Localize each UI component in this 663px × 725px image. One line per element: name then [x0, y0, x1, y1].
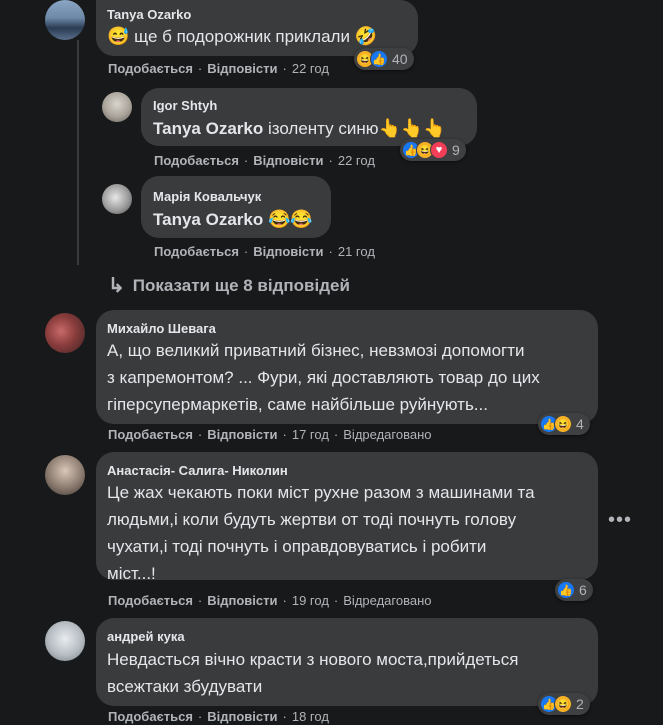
reaction-summary[interactable]: 👍 6 [555, 579, 593, 601]
reaction-count: 4 [576, 416, 584, 432]
comment-text-line: гіперсупермаркетів, саме найбільше руйну… [107, 395, 488, 414]
like-button[interactable]: Подобається [108, 427, 193, 442]
comment-actions: Подобається · Відповісти · 22 год [108, 61, 329, 76]
comment-text-line: А, що великий приватний бізнес, невзмозі… [107, 341, 525, 360]
avatar[interactable] [45, 621, 85, 661]
reaction-count: 2 [576, 696, 584, 712]
comment-anastasiia: Анастасія- Салига- Николин Це жах чекают… [0, 452, 663, 612]
reply-button[interactable]: Відповісти [207, 593, 277, 608]
pointing-up-emoji: 👆👆👆 [378, 118, 446, 138]
comment-timestamp[interactable]: 17 год [292, 427, 329, 442]
reaction-count: 6 [579, 582, 587, 598]
avatar[interactable] [102, 184, 132, 214]
comment-timestamp[interactable]: 18 год [292, 709, 329, 724]
reaction-summary[interactable]: 👍 😆 4 [538, 413, 590, 435]
comment-mykhailo: Михайло Шевага А, що великий приватний б… [0, 310, 663, 445]
comment-actions: Подобається · Відповісти · 18 год [108, 709, 329, 724]
avatar[interactable] [45, 0, 85, 40]
reply-button[interactable]: Відповісти [253, 153, 323, 168]
show-more-replies-button[interactable]: ↳ Показати ще 8 відповідей [108, 273, 350, 298]
comment-timestamp[interactable]: 19 год [292, 593, 329, 608]
reply-igor: Igor Shtyh Tanya Ozarko ізоленту синю👆👆👆… [0, 88, 663, 173]
comment-text-line: Це жах чекають поки міст рухне разом з м… [107, 483, 535, 502]
comment-thread: Tanya Ozarko 😅 ще б подорожник приклали … [0, 0, 663, 725]
reaction-summary[interactable]: 👍 😆 2 [538, 693, 590, 715]
like-button[interactable]: Подобається [154, 153, 239, 168]
comment-text-line: міст...! [107, 564, 156, 583]
love-reaction-icon: ♥ [430, 141, 448, 159]
rofl-emoji: 🤣 [354, 26, 378, 46]
comment-text-line: людьми,і коли будуть жертви от тоді почн… [107, 510, 517, 529]
comment-text-line: з капремонтом? ... Фури, які доставляють… [107, 368, 540, 387]
comment-actions: Подобається · Відповісти · 21 год [154, 244, 375, 259]
haha-reaction-icon: 😆 [554, 415, 572, 433]
edited-label[interactable]: Відредаговано [343, 593, 431, 608]
comment-author[interactable]: Igor Shtyh [153, 98, 217, 113]
tears-of-joy-emoji: 😂😂 [267, 209, 313, 229]
reply-button[interactable]: Відповісти [253, 244, 323, 259]
like-button[interactable]: Подобається [108, 709, 193, 724]
comment-author[interactable]: Анастасія- Салига- Николин [107, 463, 288, 478]
comment-timestamp[interactable]: 22 год [338, 153, 375, 168]
comment-timestamp[interactable]: 22 год [292, 61, 329, 76]
comment-text: Невдасться вічно красти з нового моста,п… [107, 646, 592, 700]
comment-andrei: андрей кука Невдасться вічно красти з но… [0, 618, 663, 725]
comment-author[interactable]: Марія Ковальчук [153, 189, 261, 204]
comment-actions: Подобається · Відповісти · 19 год · Відр… [108, 593, 432, 608]
mention-link[interactable]: Tanya Ozarko [153, 210, 263, 229]
comment-author[interactable]: Михайло Шевага [107, 321, 216, 336]
avatar[interactable] [45, 313, 85, 353]
comment-actions: Подобається · Відповісти · 17 год · Відр… [108, 427, 432, 442]
reply-mariia: Марія Ковальчук Tanya Ozarko 😂😂 Подобаєт… [0, 176, 663, 266]
like-button[interactable]: Подобається [108, 61, 193, 76]
comment-text-line: всежтаки збудувати [107, 677, 263, 696]
mention-link[interactable]: Tanya Ozarko [153, 119, 263, 138]
comment-tanya: Tanya Ozarko 😅 ще б подорожник приклали … [0, 0, 663, 80]
reply-button[interactable]: Відповісти [207, 427, 277, 442]
avatar[interactable] [45, 455, 85, 495]
comment-text: А, що великий приватний бізнес, невзмозі… [107, 337, 592, 418]
comment-author[interactable]: андрей кука [107, 629, 185, 644]
reply-arrow-icon: ↳ [108, 275, 125, 297]
comment-text: Tanya Ozarko ізоленту синю👆👆👆 [153, 118, 446, 138]
comment-text: Це жах чекають поки міст рухне разом з м… [107, 479, 592, 587]
comment-actions: Подобається · Відповісти · 22 год [154, 153, 375, 168]
reaction-summary[interactable]: 👍 😆 ♥ 9 [400, 139, 466, 161]
edited-label[interactable]: Відредаговано [343, 427, 431, 442]
like-reaction-icon: 👍 [557, 581, 575, 599]
like-button[interactable]: Подобається [154, 244, 239, 259]
reaction-summary[interactable]: 😆 👍 40 [354, 48, 414, 70]
comment-text-line: чухати,і тоді почнуть і оправдовуватись … [107, 537, 487, 556]
comment-author[interactable]: Tanya Ozarko [107, 7, 191, 22]
haha-reaction-icon: 😆 [554, 695, 572, 713]
comment-timestamp[interactable]: 21 год [338, 244, 375, 259]
more-options-icon[interactable]: ••• [605, 505, 635, 535]
avatar[interactable] [102, 92, 132, 122]
reaction-count: 9 [452, 142, 460, 158]
reaction-count: 40 [392, 51, 408, 67]
sweat-smile-emoji: 😅 [107, 26, 130, 46]
comment-text-line: Невдасться вічно красти з нового моста,п… [107, 650, 519, 669]
comment-text: Tanya Ozarko 😂😂 [153, 206, 313, 233]
comment-text: 😅 ще б подорожник приклали 🤣 [107, 26, 378, 46]
reply-button[interactable]: Відповісти [207, 709, 277, 724]
like-reaction-icon: 👍 [370, 50, 388, 68]
like-button[interactable]: Подобається [108, 593, 193, 608]
reply-button[interactable]: Відповісти [207, 61, 277, 76]
